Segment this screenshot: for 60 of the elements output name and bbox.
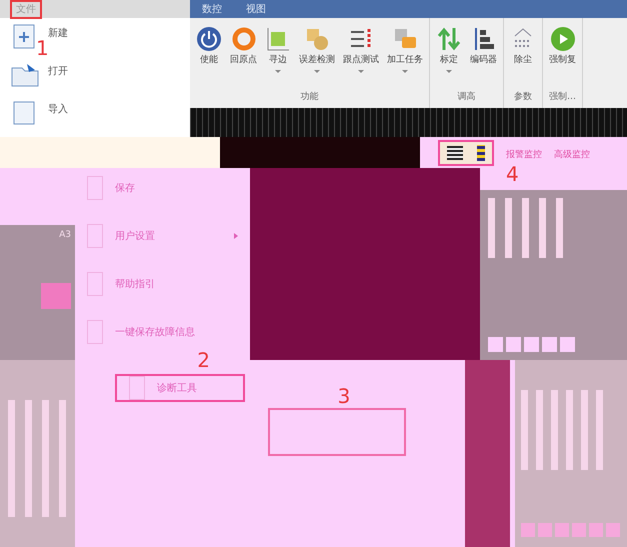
indicator-square bbox=[542, 337, 557, 352]
power-icon bbox=[196, 26, 222, 52]
annotation-number: 1 bbox=[36, 38, 49, 58]
caret-icon bbox=[275, 70, 281, 72]
submenu-arrow-icon bbox=[234, 233, 238, 239]
menu-item-icon bbox=[87, 272, 103, 296]
highlighted-row bbox=[41, 282, 71, 308]
menu-item-icon bbox=[129, 376, 145, 400]
indicator-square bbox=[589, 523, 603, 537]
toolbar-icon[interactable] bbox=[447, 146, 463, 160]
ribbon-tab[interactable]: 视图 bbox=[246, 2, 266, 16]
blurred-text-column bbox=[556, 198, 563, 258]
arrows-icon bbox=[436, 26, 462, 52]
caret-icon bbox=[358, 70, 364, 72]
file-menu-item[interactable]: 新建 1 bbox=[0, 18, 190, 56]
ribbon-button[interactable]: 标定 bbox=[434, 26, 464, 72]
play-icon bbox=[550, 26, 576, 52]
indicator-square bbox=[572, 523, 586, 537]
indicator-square bbox=[560, 337, 575, 352]
group-label: 调高 bbox=[458, 90, 476, 104]
blurred-text-column bbox=[488, 198, 495, 258]
blurred-text-column bbox=[522, 198, 529, 258]
indicator-square bbox=[555, 523, 569, 537]
ribbon-button[interactable]: 误差检测 bbox=[297, 26, 337, 72]
group-label: 参数 bbox=[514, 90, 532, 104]
ribbon-button[interactable]: 除尘 bbox=[508, 26, 538, 72]
indicator-square bbox=[606, 523, 620, 537]
ribbon-button[interactable]: 编码器 bbox=[468, 26, 499, 72]
caret-icon bbox=[314, 70, 320, 72]
menu-item-icon bbox=[87, 320, 103, 344]
ribbon-button[interactable]: 跟点测试 bbox=[341, 26, 381, 72]
blurred-text-column bbox=[505, 198, 512, 258]
ring-icon bbox=[230, 26, 256, 52]
indicator-square bbox=[506, 337, 521, 352]
ribbon-button[interactable]: 加工任务 bbox=[385, 26, 425, 72]
coins-icon bbox=[304, 26, 330, 52]
caret-icon bbox=[402, 70, 408, 72]
annotation-number: 4 bbox=[506, 164, 519, 184]
annotation-number: 2 bbox=[197, 350, 210, 370]
toolbar-icon[interactable] bbox=[477, 145, 485, 161]
indicator-square bbox=[538, 523, 552, 537]
ribbon-tab[interactable]: 数控 bbox=[202, 2, 222, 16]
panel-title: A3 bbox=[59, 229, 71, 242]
caret-icon bbox=[446, 70, 452, 72]
ribbon-button[interactable]: 寻边 bbox=[263, 26, 293, 72]
group-label: 功能 bbox=[300, 90, 318, 104]
group-label: 强制… bbox=[549, 90, 576, 104]
ribbon-button[interactable]: 强制复 bbox=[547, 26, 578, 72]
menu-item-icon bbox=[87, 224, 103, 248]
annotation-number: 3 bbox=[338, 386, 350, 406]
indicator-square bbox=[524, 337, 539, 352]
indicator-square bbox=[488, 337, 503, 352]
ribbon-button[interactable]: 使能 bbox=[194, 26, 224, 72]
ribbon-button[interactable]: 回原点 bbox=[228, 26, 259, 72]
menu-item-icon bbox=[87, 176, 103, 200]
indicator-square bbox=[521, 523, 535, 537]
file-menu-item[interactable]: 导入 bbox=[0, 94, 190, 132]
blurred-text-column bbox=[539, 198, 546, 258]
chart-icon bbox=[265, 26, 291, 52]
file-menu-item[interactable]: 打开 bbox=[0, 56, 190, 94]
